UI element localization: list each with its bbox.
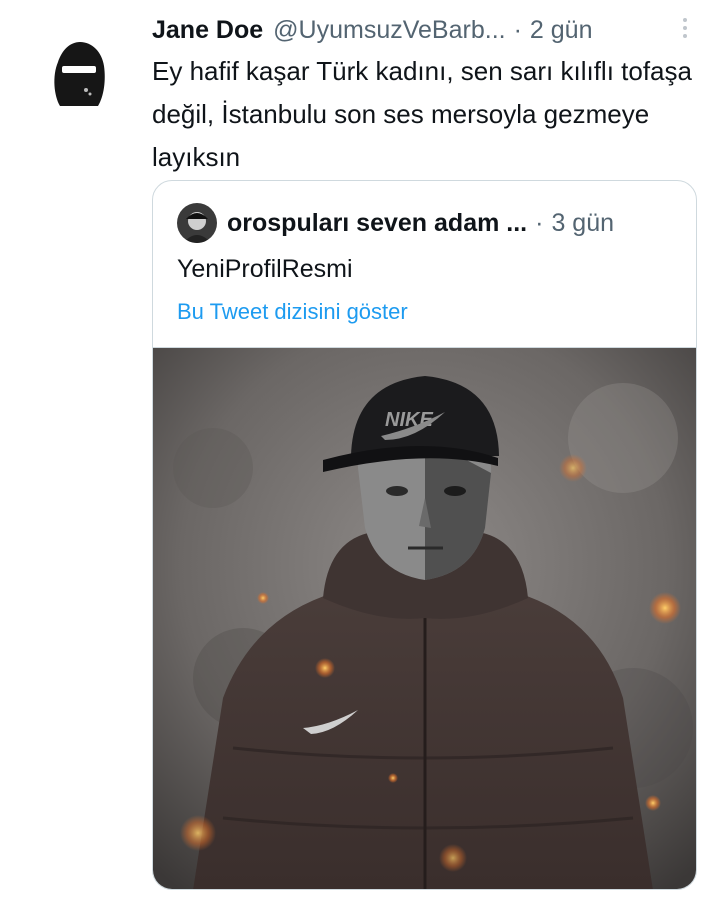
quoted-author-avatar — [177, 203, 217, 243]
separator-dot: · — [513, 15, 522, 44]
quoted-tweet-header: orospuları seven adam ... · 3 gün — [177, 203, 682, 243]
quoted-tweet-text: YeniProfilResmi — [177, 255, 353, 283]
author-name[interactable]: Jane Doe — [152, 16, 263, 45]
author-avatar[interactable] — [46, 36, 110, 108]
show-thread-link[interactable]: Bu Tweet dizisini göster — [177, 299, 408, 325]
quoted-tweet[interactable]: orospuları seven adam ... · 3 gün YeniPr… — [152, 180, 697, 890]
tweet-text: Ey hafif kaşar Türk kadını, sen sarı kıl… — [152, 56, 692, 172]
tweet-timestamp[interactable]: 2 gün — [530, 16, 593, 45]
quoted-tweet-image[interactable]: NIKE — [153, 347, 696, 889]
separator-dot: · — [535, 208, 544, 237]
quoted-author-name[interactable]: orospuları seven adam ... — [227, 209, 527, 238]
hooded-figure-icon — [54, 42, 105, 106]
cap-logo-text: NIKE — [385, 409, 433, 431]
tweet-card[interactable]: Jane Doe @UyumsuzVeBarb... · 2 gün Ey ha… — [0, 0, 720, 904]
author-handle[interactable]: @UyumsuzVeBarb... — [273, 16, 505, 45]
quoted-timestamp[interactable]: 3 gün — [551, 209, 614, 238]
more-options-icon[interactable] — [680, 14, 690, 44]
tweet-header: Jane Doe @UyumsuzVeBarb... · 2 gün — [152, 10, 690, 50]
